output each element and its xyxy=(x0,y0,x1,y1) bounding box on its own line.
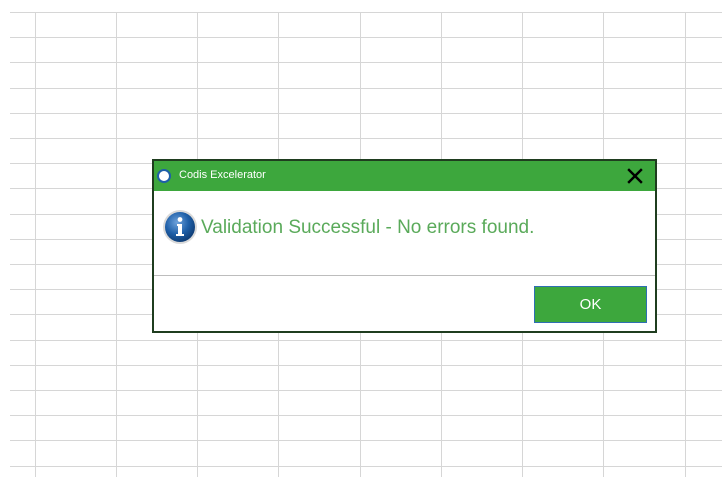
app-icon xyxy=(157,169,171,183)
close-icon xyxy=(627,168,643,184)
info-icon xyxy=(162,209,198,245)
ok-button[interactable]: OK xyxy=(534,286,647,323)
dialog-content: Validation Successful - No errors found. xyxy=(154,191,655,275)
message-dialog: Codis Excelerator Validation Successful … xyxy=(152,159,657,333)
dialog-separator xyxy=(154,275,655,276)
close-button[interactable] xyxy=(623,164,647,188)
dialog-message: Validation Successful - No errors found. xyxy=(201,217,535,238)
dialog-title: Codis Excelerator xyxy=(179,169,266,181)
dialog-titlebar: Codis Excelerator xyxy=(154,161,655,191)
